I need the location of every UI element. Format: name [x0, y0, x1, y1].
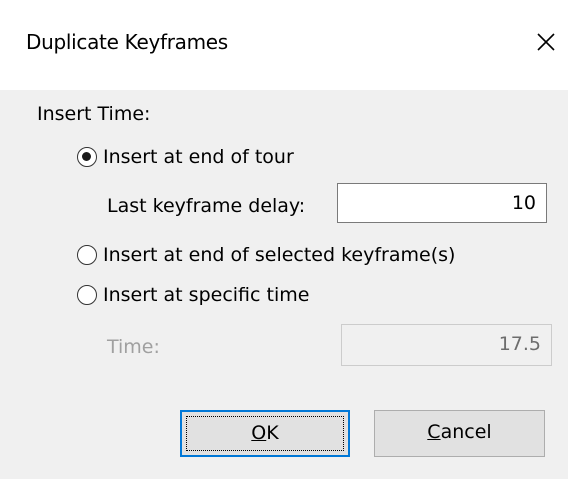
radio-label: Insert at end of selected keyframe(s): [103, 244, 456, 266]
time-label: Time:: [107, 336, 160, 358]
radio-insert-end-of-selected[interactable]: Insert at end of selected keyframe(s): [77, 244, 455, 266]
last-keyframe-delay-input[interactable]: 10: [337, 183, 547, 223]
focus-ring: [186, 416, 344, 451]
radio-label: Insert at end of tour: [103, 146, 294, 168]
radio-label: Insert at specific time: [103, 284, 310, 306]
cancel-mnemonic: C: [427, 421, 441, 443]
close-icon: [537, 33, 555, 51]
insert-time-label: Insert Time:: [37, 103, 151, 125]
cancel-button[interactable]: Cancel: [374, 410, 545, 457]
radio-insert-end-of-tour[interactable]: Insert at end of tour: [77, 146, 294, 168]
cancel-label-rest: ancel: [440, 421, 492, 443]
dialog-title: Duplicate Keyframes: [26, 30, 228, 54]
ok-button[interactable]: OK: [180, 410, 350, 457]
radio-button[interactable]: [77, 285, 97, 305]
last-keyframe-delay-label: Last keyframe delay:: [107, 195, 306, 217]
radio-button-checked[interactable]: [77, 147, 97, 167]
duplicate-keyframes-dialog: Duplicate Keyframes Insert Time: Insert …: [0, 0, 568, 479]
title-bar: Duplicate Keyframes: [0, 0, 568, 90]
radio-button[interactable]: [77, 245, 97, 265]
time-input[interactable]: 17.5: [341, 324, 552, 366]
radio-insert-specific-time[interactable]: Insert at specific time: [77, 284, 309, 306]
close-button[interactable]: [526, 22, 566, 62]
